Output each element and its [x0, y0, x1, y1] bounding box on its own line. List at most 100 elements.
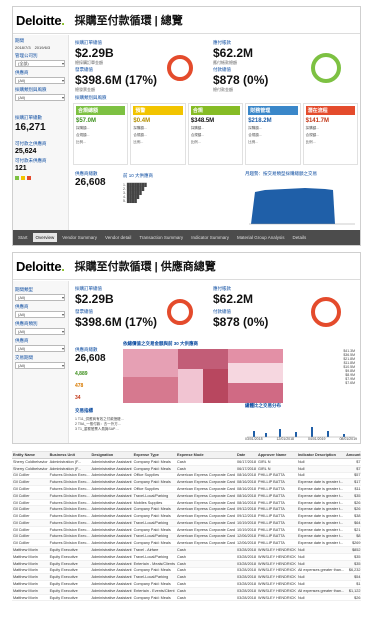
tab-vendor-detail[interactable]: Vendor detail	[102, 233, 134, 242]
table-cell: Administrative Assistant	[90, 519, 133, 527]
table-cell: Futures Division Exec...	[48, 478, 91, 487]
table-cell: $852	[345, 546, 361, 554]
table-row[interactable]: Sherry Coldbehavior Administration (F... A…	[12, 465, 361, 473]
table-cell: Cash	[175, 587, 237, 595]
page-title: 採購至付款循環 | 供應商總覽	[74, 261, 216, 273]
table-row[interactable]: Matthew Morin Equity Executive Administrat…	[12, 573, 361, 582]
table-row[interactable]: Gil Collier Futures Division Exec... Admin…	[12, 533, 361, 541]
tab-transaction-summary[interactable]: Transaction Summary	[136, 233, 186, 242]
chevron-down-icon: ▾	[61, 61, 64, 66]
filter-select[interactable]: (All) ▾	[15, 362, 65, 369]
table-row[interactable]: Gil Collier Futures Division Exec... Admin…	[12, 485, 361, 493]
table-cell: $35	[345, 492, 361, 500]
tab-bar: Start Overview Vendor Summary Vendor det…	[13, 230, 360, 245]
risk-card[interactable]: 潛在流程 $141.7M 採購額... 合規額... 比例...	[302, 103, 359, 165]
filter-select[interactable]: (All) ▾	[15, 294, 65, 301]
table-cell: Mobiles Supplies	[132, 499, 176, 507]
table-cell: Null	[296, 573, 346, 582]
table-row[interactable]: Gil Collier Futures Division Exec... Admin…	[12, 512, 361, 521]
table-cell: 08/16/2018	[236, 492, 258, 500]
chevron-down-icon: ▾	[61, 363, 64, 368]
details-table[interactable]: Entity Name Business Unit Designation Expen…	[12, 452, 361, 602]
table-cell: WINSLEY HENDRICK	[257, 546, 297, 554]
table-cell: Administrative Assistant	[90, 472, 133, 480]
table-row[interactable]: Gil Collier Futures Division Exec... Admin…	[12, 478, 361, 487]
table-cell: Expense date is greater t...	[296, 485, 346, 493]
table-cell: Administrative Assistant	[90, 458, 133, 466]
table-cell: PHILLIP BATTA	[257, 512, 297, 521]
table-cell: $6,232	[345, 567, 361, 575]
list-item[interactable]: 3 T1_重覆發票人員與SAP…	[75, 427, 215, 432]
table-row[interactable]: Gil Collier Futures Division Exec... Admin…	[12, 472, 361, 480]
table-row[interactable]: Matthew Morin Equity Executive Administrat…	[12, 560, 361, 568]
chevron-down-icon: ▾	[61, 78, 64, 83]
risk-card[interactable]: 預警 $0.4M 採購額... 合規額... 比例...	[130, 103, 186, 165]
paid-kpi: 付款總值 $878 (0%) 總付款金額	[213, 67, 269, 92]
risk-filter[interactable]: (All) ▾	[15, 94, 65, 101]
risk-card[interactable]: 財務管理 $218.2M 採購額... 合規額... 比例...	[245, 103, 301, 165]
table-cell: Administrative Assistant	[90, 567, 133, 575]
invoice-donut	[167, 299, 193, 325]
po-count-value: 16,271	[15, 122, 46, 133]
table-row[interactable]: Gil Collier Futures Division Exec... Admin…	[12, 505, 361, 514]
company-filter[interactable]: (全部) ▾	[15, 60, 65, 67]
filter-select[interactable]: (All) ▾	[15, 311, 65, 318]
filter-select[interactable]: (All) ▾	[15, 328, 65, 335]
tab-indicator-summary[interactable]: Indicator Summary	[188, 233, 232, 242]
tab-overview[interactable]: Overview	[32, 233, 58, 242]
table-cell: Null	[296, 458, 346, 466]
table-row[interactable]: Sherry Coldbehavior Administration (F... A…	[12, 458, 361, 466]
table-cell: 08/16/2018	[236, 499, 258, 507]
table-row[interactable]: Gil Collier Futures Division Exec... Admin…	[12, 539, 361, 548]
vendor-filter-label: 供應商	[15, 70, 29, 75]
vendor-treemap[interactable]	[123, 349, 283, 403]
table-row[interactable]: Matthew Morin Equity Executive Administrat…	[12, 587, 361, 595]
table-row[interactable]: Gil Collier Futures Division Exec... Admin…	[12, 519, 361, 527]
table-cell: Travel-Local/Parking	[132, 553, 176, 561]
table-row[interactable]: Matthew Morin Equity Executive Administrat…	[12, 553, 361, 561]
vendor-pay-label: 可付款之供應商	[15, 141, 47, 146]
vendor-filter[interactable]: (All) ▾	[15, 77, 65, 84]
table-cell: PHILLIP BATTA	[257, 539, 297, 548]
risk-card[interactable]: 合規 $348.5M 採購額... 合規額... 比例...	[187, 103, 244, 165]
chevron-down-icon: ▾	[61, 295, 64, 300]
table-cell: PHILLIP BATTA	[257, 533, 297, 541]
table-row[interactable]: Gil Collier Futures Division Exec... Admin…	[12, 499, 361, 507]
table-cell: WINSLEY HENDRICK	[257, 567, 297, 575]
table-row[interactable]: Matthew Morin Equity Executive Administrat…	[12, 580, 361, 588]
risk-card[interactable]: 合規總額 $57.0M 採購額... 合規額... 比例...	[73, 103, 129, 165]
table-cell: WINSLEY HENDRICK	[257, 594, 297, 602]
table-cell: American Express Corporate Card	[175, 478, 237, 487]
table-cell: Gil Collier	[12, 492, 49, 500]
period-label: 期間	[15, 38, 24, 43]
period-dates[interactable]: 2018/7/3 2019/6/3	[15, 45, 68, 50]
table-cell: Administrative Assistant	[90, 580, 133, 588]
table-cell: Gil Collier	[12, 526, 49, 534]
table-cell: 03/28/2018	[236, 553, 258, 561]
table-cell: 10/19/2018	[236, 526, 258, 534]
tab-details[interactable]: Details	[289, 233, 309, 242]
table-cell: Matthew Morin	[12, 594, 49, 602]
table-row[interactable]: Gil Collier Futures Division Exec... Admin…	[12, 492, 361, 500]
filter-select[interactable]: (All) ▾	[15, 345, 65, 352]
po-kpi: 採購訂單總值 $2.29B 總採購訂單金額	[75, 40, 114, 65]
table-cell: $35	[345, 553, 361, 561]
deloitte-logo: Deloitte.	[16, 258, 65, 274]
tab-start[interactable]: Start	[15, 233, 31, 242]
table-cell: Equity Executive	[48, 553, 91, 561]
filter-label: 供應商	[15, 304, 29, 309]
table-cell: Company Paid: Meals	[132, 512, 176, 521]
table-cell: All expenses greater than...	[296, 567, 346, 575]
tab-vendor-summary[interactable]: Vendor Summary	[59, 233, 100, 242]
table-row[interactable]: Gil Collier Futures Division Exec... Admin…	[12, 526, 361, 534]
table-cell: Administration (F...	[48, 458, 91, 466]
table-row[interactable]: Matthew Morin Equity Executive Administrat…	[12, 594, 361, 602]
tab-material-group[interactable]: Material Group Analysis	[234, 233, 288, 242]
table-cell: PHILLIP BATTA	[257, 499, 297, 507]
table-cell: Administrative Assistant	[90, 594, 133, 602]
table-cell: GIRL N	[257, 465, 297, 473]
table-row[interactable]: Matthew Morin Equity Executive Administrat…	[12, 546, 361, 554]
table-row[interactable]: Matthew Morin Equity Executive Administrat…	[12, 567, 361, 575]
table-cell: American Express Corporate Card	[175, 533, 237, 541]
table-cell: $7	[345, 458, 361, 466]
